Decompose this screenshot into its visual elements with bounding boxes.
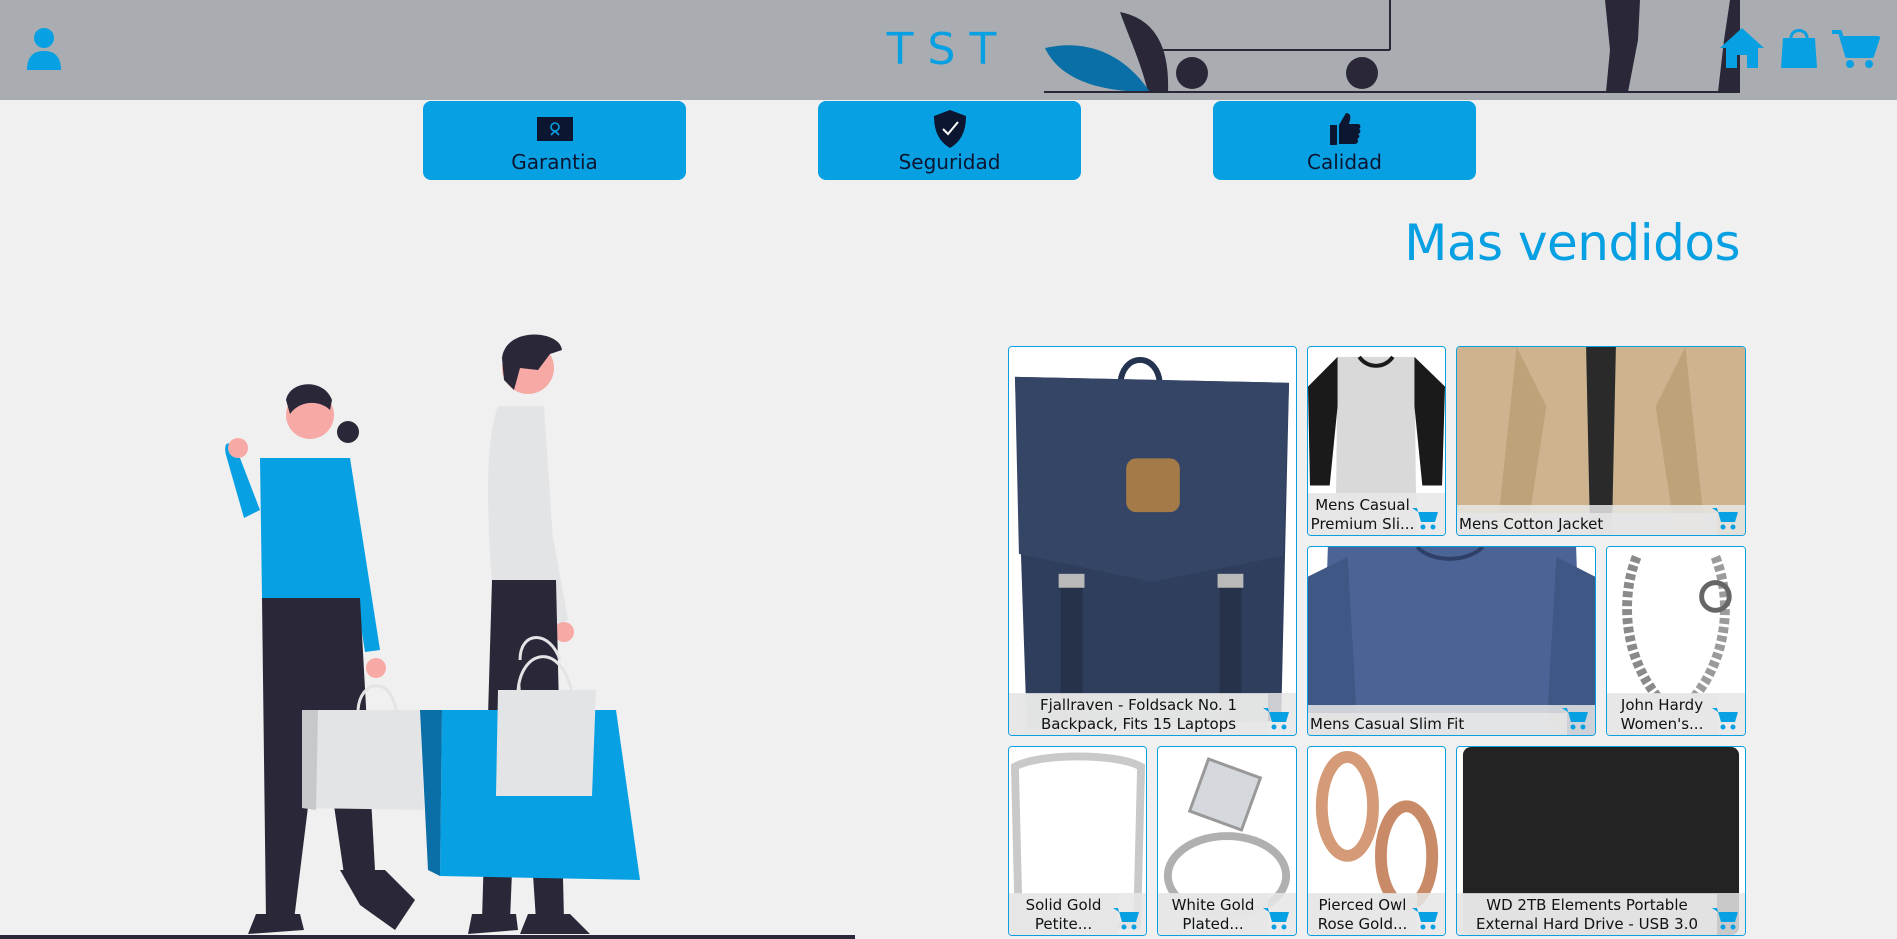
backpack-image [1009, 347, 1296, 735]
certificate-icon [536, 117, 573, 141]
brand-logo[interactable]: TST [0, 24, 1897, 75]
cart-button[interactable] [1830, 24, 1880, 72]
product-name: Pierced Owl Rose Gold... [1308, 894, 1417, 935]
add-to-cart-icon[interactable] [1711, 505, 1739, 531]
add-to-cart-icon[interactable] [1112, 905, 1140, 931]
product-card[interactable]: Mens Cotton Jacket [1456, 346, 1746, 536]
add-to-cart-icon[interactable] [1711, 705, 1739, 731]
product-name: John Hardy Women's... [1607, 694, 1717, 735]
feature-label: Garantia [511, 150, 598, 174]
add-to-cart-icon[interactable] [1262, 705, 1290, 731]
product-card[interactable]: Fjallraven - Foldsack No. 1 Backpack, Fi… [1008, 346, 1297, 736]
thumbs-up-icon [1329, 113, 1360, 145]
feature-garantia-button[interactable]: Garantia [423, 101, 686, 180]
product-name: White Gold Plated... [1158, 894, 1268, 935]
product-card[interactable]: Pierced Owl Rose Gold... [1307, 746, 1446, 936]
bestsellers-title: Mas vendidos [1404, 214, 1740, 272]
home-icon [1720, 28, 1764, 68]
add-to-cart-icon[interactable] [1411, 505, 1439, 531]
cart-icon [1832, 30, 1880, 68]
product-card[interactable]: Solid Gold Petite... [1008, 746, 1147, 936]
product-name: Mens Casual Premium Sli... [1308, 494, 1417, 535]
add-to-cart-icon[interactable] [1711, 905, 1739, 931]
product-name: WD 2TB Elements Portable External Hard D… [1457, 894, 1717, 935]
shopping-bag-button[interactable] [1778, 24, 1820, 72]
add-to-cart-icon[interactable] [1411, 905, 1439, 931]
product-name: Mens Casual Slim Fit [1308, 713, 1567, 735]
shoppers-illustration [225, 334, 640, 934]
floor-line [0, 935, 855, 939]
add-to-cart-icon[interactable] [1262, 905, 1290, 931]
product-name: Solid Gold Petite... [1009, 894, 1118, 935]
feature-calidad-button[interactable]: Calidad [1213, 101, 1476, 180]
home-button[interactable] [1718, 24, 1766, 72]
shopping-bag-icon [1781, 29, 1817, 68]
feature-label: Seguridad [898, 150, 1001, 174]
site-header: TST [0, 0, 1897, 100]
product-name: Fjallraven - Foldsack No. 1 Backpack, Fi… [1009, 694, 1268, 735]
product-card[interactable]: John Hardy Women's... [1606, 546, 1746, 736]
add-to-cart-icon[interactable] [1561, 705, 1589, 731]
product-card[interactable]: Mens Casual Slim Fit [1307, 546, 1596, 736]
product-card[interactable]: White Gold Plated... [1157, 746, 1297, 936]
product-name: Mens Cotton Jacket [1457, 513, 1717, 535]
product-card[interactable]: Mens Casual Premium Sli... [1307, 346, 1446, 536]
product-card[interactable]: WD 2TB Elements Portable External Hard D… [1456, 746, 1746, 936]
shield-check-icon [933, 110, 966, 148]
feature-label: Calidad [1307, 150, 1382, 174]
feature-seguridad-button[interactable]: Seguridad [818, 101, 1081, 180]
